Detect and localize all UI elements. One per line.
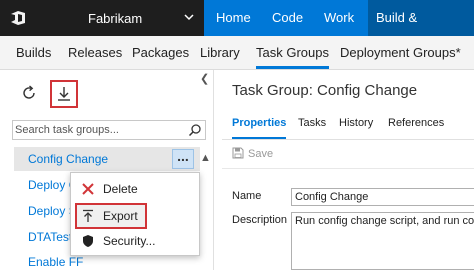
top-nav-build-release[interactable]: Build & Release (368, 0, 474, 61)
description-field[interactable]: Run config change script, and run confi (291, 212, 474, 270)
tab-task-groups[interactable]: Task Groups (256, 36, 329, 69)
tab-properties[interactable]: Properties (232, 117, 287, 139)
tab-divider (222, 139, 474, 140)
account-switcher[interactable]: Fabrikam (36, 0, 204, 36)
import-button[interactable] (50, 80, 78, 108)
save-label: Save (248, 148, 274, 160)
top-nav-work[interactable]: Work (324, 0, 354, 36)
menu-item-delete[interactable]: Delete (71, 177, 199, 201)
close-icon (82, 183, 94, 195)
tab-releases[interactable]: Releases (68, 36, 122, 69)
menu-item-security[interactable]: Security... (71, 229, 199, 253)
save-button[interactable]: Save (232, 147, 273, 160)
collapse-pane-icon[interactable]: ❮ (200, 72, 209, 85)
context-menu: Delete Export Security... (70, 172, 200, 256)
name-label: Name (232, 190, 262, 202)
account-name: Fabrikam (88, 10, 143, 26)
tab-tasks[interactable]: Tasks (298, 117, 326, 129)
chevron-down-icon (184, 14, 194, 21)
export-icon (83, 209, 93, 222)
refresh-icon[interactable] (20, 84, 38, 102)
tab-packages[interactable]: Packages (132, 36, 189, 69)
menu-item-export[interactable]: Export (75, 203, 147, 229)
menu-item-label: Delete (103, 182, 138, 196)
tab-deployment-groups[interactable]: Deployment Groups* (340, 36, 461, 69)
hub-tab-bar: Builds Releases Packages Library Task Gr… (0, 36, 474, 70)
chevron-up-icon[interactable]: ▲ (200, 152, 211, 164)
top-nav-home[interactable]: Home (216, 0, 251, 36)
tab-history[interactable]: History (339, 117, 373, 129)
toolbar-divider (222, 168, 474, 169)
search-icon[interactable] (188, 123, 202, 137)
search-input[interactable] (15, 122, 183, 138)
task-group-item[interactable]: Config Change (28, 152, 108, 166)
top-nav-code[interactable]: Code (272, 0, 303, 36)
download-icon (58, 87, 70, 101)
top-navigation-bar: Fabrikam Home Code Work Build & Release (0, 0, 474, 61)
more-actions-button[interactable]: ... (172, 149, 194, 169)
tab-builds[interactable]: Builds (16, 36, 51, 69)
search-box (12, 120, 206, 140)
page-title: Task Group: Config Change (232, 82, 418, 99)
menu-item-label: Security... (103, 234, 156, 248)
shield-icon (83, 235, 93, 247)
vsts-logo-icon[interactable] (0, 0, 36, 36)
tab-references[interactable]: References (388, 117, 444, 129)
menu-item-label: Export (103, 209, 138, 223)
task-group-item[interactable]: Enable FF (28, 255, 83, 269)
save-icon (232, 147, 244, 159)
task-group-item[interactable]: DTATest (28, 230, 72, 244)
description-label: Description (232, 214, 288, 226)
name-field[interactable] (291, 188, 474, 206)
tab-library[interactable]: Library (200, 36, 240, 69)
